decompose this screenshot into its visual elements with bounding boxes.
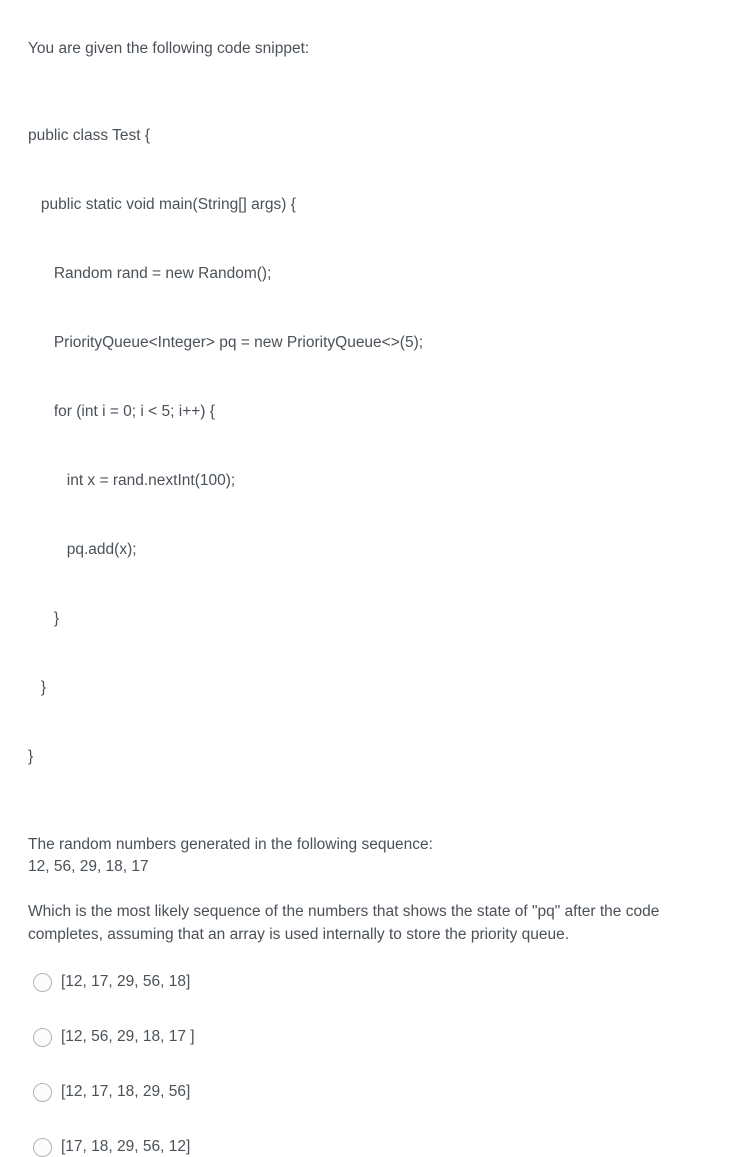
code-line: PriorityQueue<Integer> pq = new Priority… <box>28 334 424 351</box>
code-line: public static void main(String[] args) { <box>28 196 296 213</box>
code-snippet: public class Test { public static void m… <box>28 78 728 814</box>
answer-option[interactable]: [12, 56, 29, 18, 17 ] <box>28 1027 728 1047</box>
question-page: You are given the following code snippet… <box>0 0 745 1157</box>
random-sequence-block: The random numbers generated in the foll… <box>28 834 728 878</box>
answer-option-label: [17, 18, 29, 56, 12] <box>61 1138 191 1155</box>
answer-option-label: [12, 17, 29, 56, 18] <box>61 973 191 990</box>
answer-option[interactable]: [17, 18, 29, 56, 12] <box>28 1137 728 1157</box>
random-sequence-caption: The random numbers generated in the foll… <box>28 836 433 853</box>
question-text: Which is the most likely sequence of the… <box>28 903 660 943</box>
random-sequence-values: 12, 56, 29, 18, 17 <box>28 858 149 875</box>
code-line: } <box>28 679 47 696</box>
code-line: } <box>28 748 34 765</box>
code-line: Random rand = new Random(); <box>28 265 272 282</box>
answer-options-list: [12, 17, 29, 56, 18] [12, 56, 29, 18, 17… <box>28 972 728 1157</box>
code-line: } <box>28 610 60 627</box>
question-content: You are given the following code snippet… <box>0 0 745 1157</box>
answer-option[interactable]: [12, 17, 29, 56, 18] <box>28 972 728 992</box>
code-line: for (int i = 0; i < 5; i++) { <box>28 403 215 420</box>
radio-button-icon[interactable] <box>33 1082 52 1102</box>
answer-option-label: [12, 17, 18, 29, 56] <box>61 1083 191 1100</box>
intro-text: You are given the following code snippet… <box>28 40 310 57</box>
radio-button-icon[interactable] <box>33 1137 52 1157</box>
code-line: public class Test { <box>28 127 151 144</box>
code-line: int x = rand.nextInt(100); <box>28 472 236 489</box>
answer-option[interactable]: [12, 17, 18, 29, 56] <box>28 1082 728 1102</box>
radio-button-icon[interactable] <box>33 972 52 992</box>
answer-option-label: [12, 56, 29, 18, 17 ] <box>61 1028 195 1045</box>
code-line: pq.add(x); <box>28 541 137 558</box>
radio-button-icon[interactable] <box>33 1027 52 1047</box>
